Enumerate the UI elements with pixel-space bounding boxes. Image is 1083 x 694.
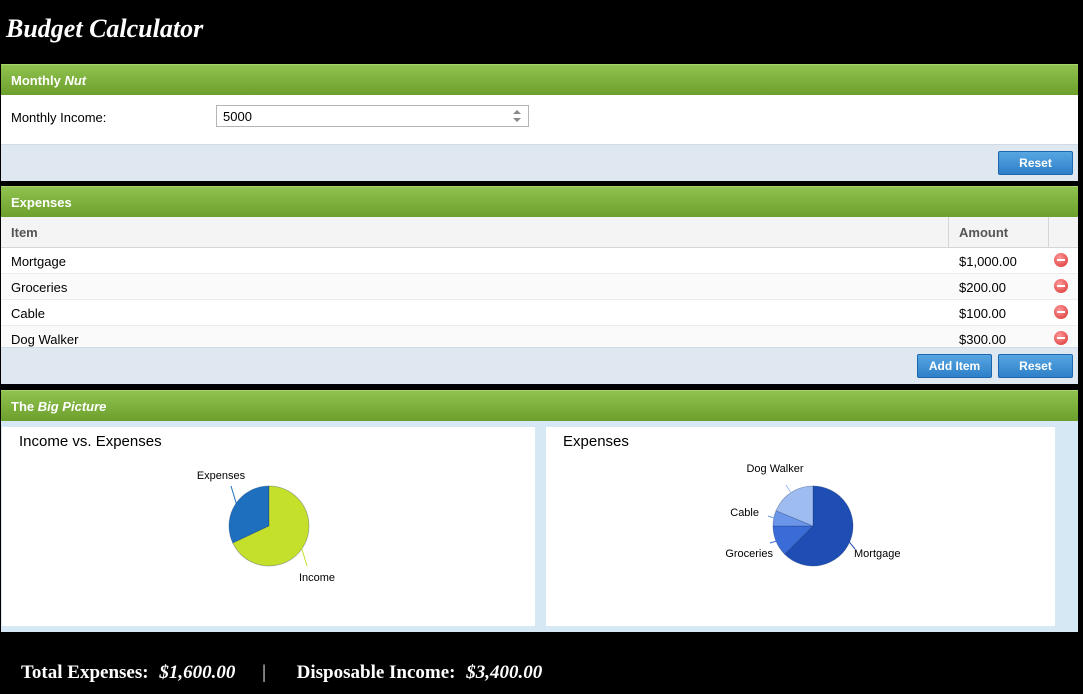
monthly-income-label: Monthly Income: [11,110,107,125]
expenses-grid-header: Item Amount [1,217,1078,248]
big-picture-panel: The Big Picture Income vs. Expenses Expe… [1,390,1078,632]
column-divider [1048,217,1049,247]
table-row[interactable]: Groceries $200.00 [1,274,1078,300]
expense-amount-cell[interactable]: $300.00 [959,332,1006,347]
big-picture-header-em: Big Picture [37,399,107,414]
monthly-nut-header-prefix: Monthly [11,73,61,88]
pie-label: Mortgage [854,548,900,560]
footer-separator: | [262,662,266,683]
monthly-nut-header: Monthly Nut [1,64,1078,95]
expenses-header: Expenses [1,186,1078,217]
expense-item-cell[interactable]: Cable [11,306,45,321]
expenses-chart: Expenses Mortgage Groceries Cable Dog Walke… [546,427,1055,626]
income-form-row: Monthly Income: [1,95,1078,145]
add-item-button[interactable]: Add Item [917,354,992,378]
label-leader-line [785,484,793,495]
expense-amount-cell[interactable]: $100.00 [959,306,1006,321]
monthly-nut-header-em: Nut [64,73,87,88]
total-expenses-value: $1,600.00 [159,662,236,683]
pie-label: Dog Walker [746,463,803,475]
pie-label: Expenses [197,470,246,482]
big-picture-header-prefix: The [11,399,35,414]
delete-row-icon[interactable] [1054,253,1068,267]
total-expenses-label: Total Expenses: [21,662,149,683]
expense-amount-cell[interactable]: $200.00 [959,280,1006,295]
delete-row-icon[interactable] [1054,279,1068,293]
income-reset-button[interactable]: Reset [998,151,1073,175]
delete-row-icon[interactable] [1054,331,1068,345]
expenses-grid-body: Mortgage $1,000.00 Groceries $200.00 Cab… [1,248,1078,352]
income-vs-expenses-chart: Income vs. Expenses Expenses Income [2,427,535,626]
expenses-panel: Expenses Item Amount Mortgage $1,000.00 … [1,186,1078,384]
column-header-amount[interactable]: Amount [959,225,1008,240]
table-row[interactable]: Cable $100.00 [1,300,1078,326]
expense-amount-cell[interactable]: $1,000.00 [959,254,1017,269]
income-vs-expenses-pie: Expenses Income [197,470,335,584]
expenses-pie: Mortgage Groceries Cable Dog Walker [725,463,900,567]
pie-label: Cable [730,507,759,519]
table-row[interactable]: Mortgage $1,000.00 [1,248,1078,274]
monthly-income-input[interactable] [223,109,493,124]
delete-row-icon[interactable] [1054,305,1068,319]
expense-item-cell[interactable]: Groceries [11,280,67,295]
pie-label: Groceries [725,548,773,560]
column-divider [948,217,949,247]
summary-footer: Total Expenses: $1,600.00 | Disposable I… [21,662,542,684]
expenses-reset-button[interactable]: Reset [998,354,1073,378]
monthly-nut-toolbar: Reset [1,144,1078,181]
expenses-toolbar: Add Item Reset [1,347,1078,384]
expense-item-cell[interactable]: Mortgage [11,254,66,269]
number-spinner-icon[interactable] [512,108,522,124]
column-header-item[interactable]: Item [11,225,38,240]
pie-label: Income [299,572,335,584]
label-leader-line [230,485,238,506]
disposable-income-value: $3,400.00 [466,662,543,683]
monthly-income-field[interactable] [216,105,529,127]
big-picture-header: The Big Picture [1,390,1078,421]
monthly-nut-panel: Monthly Nut Monthly Income: Reset [1,64,1078,181]
expense-item-cell[interactable]: Dog Walker [11,332,78,347]
label-leader-line [300,546,308,567]
app-title: Budget Calculator [6,14,204,43]
disposable-income-label: Disposable Income: [296,662,456,683]
